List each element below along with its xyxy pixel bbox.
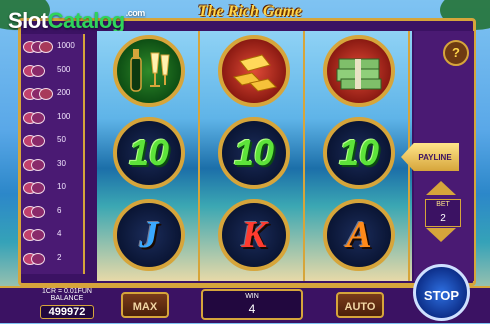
- coin-stack-icon: [23, 180, 57, 196]
- symbol-letter-text: K: [241, 214, 267, 256]
- coin-stack-icon: [23, 110, 57, 126]
- reel-1: 10 J: [97, 31, 200, 281]
- symbol-ten: 10: [113, 117, 185, 189]
- logo-slot-text: Slot: [8, 8, 48, 33]
- balance-panel: 1CR = 0.01FUN BALANCE 499972: [23, 287, 111, 322]
- symbol-ten: 10: [218, 117, 290, 189]
- paytable-row: 6: [23, 203, 83, 221]
- paytable-row: 50: [23, 132, 83, 150]
- reels-area: 10 J 10 K 10 A: [97, 31, 412, 281]
- bet-label: BET: [436, 201, 450, 208]
- paytable-value: 2: [57, 252, 62, 262]
- paytable-row: 30: [23, 156, 83, 174]
- paytable-row: 200: [23, 85, 83, 103]
- paytable-value: 500: [57, 64, 71, 74]
- coin-stack-icon: [23, 227, 57, 243]
- credit-conversion: 1CR = 0.01FUN: [42, 288, 92, 295]
- paytable-value: 10: [57, 182, 66, 191]
- symbol-letter: K: [218, 199, 290, 271]
- logo-catalog-text: Catalog: [47, 8, 126, 33]
- balance-label: BALANCE: [50, 295, 84, 302]
- symbol-ten-text: 10: [128, 132, 170, 173]
- symbol-letter: J: [113, 199, 185, 271]
- coin-stack-icon: [23, 86, 57, 102]
- game-title: The Rich Game: [198, 3, 302, 20]
- coin-stack-icon: [23, 63, 57, 79]
- reel-3: 10 A: [307, 31, 410, 281]
- paytable-row: 2: [23, 250, 83, 268]
- gold-bars-icon: [218, 35, 290, 107]
- money-stack-icon: [323, 35, 395, 107]
- paytable-value: 4: [57, 229, 62, 238]
- logo-suffix: .com: [125, 8, 146, 18]
- symbol-ten: 10: [323, 117, 395, 189]
- coin-stack-icon: [23, 133, 57, 149]
- paytable-value: 50: [57, 135, 66, 144]
- paytable-value: 30: [57, 158, 66, 168]
- paytable: 1000 500 200 100 50 30 10 6 4 2: [21, 34, 85, 274]
- paytable-value: 6: [57, 205, 62, 215]
- paytable-row: 10: [23, 179, 83, 197]
- paytable-row: 1000: [23, 38, 83, 56]
- symbol-letter-text: J: [139, 214, 159, 256]
- help-button[interactable]: ?: [443, 40, 469, 66]
- symbol-ten-text: 10: [338, 132, 380, 173]
- win-value: 4: [248, 302, 256, 316]
- max-bet-button[interactable]: MAX: [121, 292, 169, 318]
- coin-stack-icon: [23, 157, 57, 173]
- auto-spin-button[interactable]: AUTO: [336, 292, 384, 318]
- paytable-value: 100: [57, 111, 71, 121]
- reel-2: 10 K: [202, 31, 305, 281]
- bet-value: 2: [440, 213, 446, 224]
- paytable-row: 500: [23, 62, 83, 80]
- symbol-letter-text: A: [346, 214, 372, 256]
- paytable-row: 100: [23, 109, 83, 127]
- coin-stack-icon: [23, 204, 57, 220]
- balance-value: 499972: [39, 305, 95, 319]
- paytable-row: 4: [23, 226, 83, 244]
- coin-stack-icon: [23, 251, 57, 267]
- stop-button[interactable]: STOP: [413, 264, 470, 321]
- win-label: WIN: [245, 293, 259, 300]
- symbol-letter: A: [323, 199, 395, 271]
- bet-display: BET 2: [425, 199, 461, 227]
- coin-stack-icon: [23, 39, 57, 55]
- paytable-value: 200: [57, 88, 71, 97]
- champagne-icon: [113, 35, 185, 107]
- paytable-value: 1000: [57, 41, 75, 50]
- symbol-ten-text: 10: [233, 132, 275, 173]
- win-display: WIN 4: [201, 289, 303, 320]
